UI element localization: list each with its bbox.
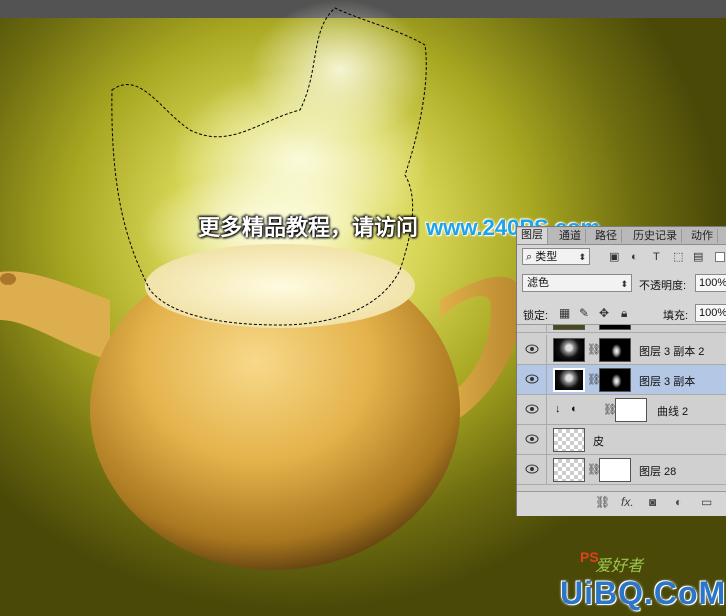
filter-kind-value: 类型 — [535, 251, 558, 263]
clipping-arrow-icon: ↓ — [555, 403, 561, 415]
lock-move-icon[interactable]: ✥ — [599, 306, 609, 320]
eye-column — [517, 335, 547, 365]
watermark-small: 爱好者 — [595, 558, 644, 575]
chevron-down-icon: ⬍ — [620, 279, 628, 289]
layer-row[interactable]: ⛓︎ 图层 28 — [517, 455, 726, 485]
eye-column — [517, 395, 547, 425]
layer-row[interactable]: ↓ ◐ ⛓︎ 曲线 2 — [517, 395, 726, 425]
layer-mask-thumbnail — [599, 338, 631, 362]
search-icon: ⌕ — [526, 251, 533, 263]
visibility-eye-icon[interactable] — [525, 434, 539, 444]
layers-panel: 图层 通道 路径 历史记录 动作 ⌕ 类型 ⬍ ▣ ◐ T ⬚ ▤ 滤色 ⬍ 不… — [516, 226, 726, 516]
blend-mode-value: 滤色 — [527, 277, 549, 289]
layer-thumbnail — [553, 338, 585, 362]
layer-list: ⛓︎ 图层 3 副本 2 ⛓︎ 图层 3 副本 ↓ ◐ ⛓︎ 曲线 2 皮 ⛓︎… — [517, 324, 726, 495]
lock-transparent-icon[interactable]: ▦ — [559, 306, 570, 320]
filter-toggle[interactable] — [715, 252, 725, 262]
visibility-eye-icon[interactable] — [525, 404, 539, 414]
blend-mode-select[interactable]: 滤色 ⬍ — [522, 274, 632, 292]
layer-mask-thumbnail — [599, 368, 631, 392]
smart-object-thumbnail — [553, 428, 585, 452]
layer-thumbnail — [553, 458, 585, 482]
layer-row-hidden[interactable] — [517, 325, 726, 333]
layer-mask-thumbnail — [599, 325, 631, 330]
visibility-eye-icon[interactable] — [525, 374, 539, 384]
folder-icon[interactable]: ▭ — [701, 495, 712, 509]
layer-thumbnail — [553, 325, 585, 330]
fill-input[interactable]: 100% — [695, 304, 726, 322]
opacity-label: 不透明度: — [639, 280, 687, 292]
filter-row: ⌕ 类型 ⬍ ▣ ◐ T ⬚ ▤ — [517, 247, 726, 269]
layer-name: 图层 3 副本 — [639, 376, 696, 388]
opacity-input[interactable]: 100% — [695, 274, 726, 292]
panel-tabs: 图层 通道 路径 历史记录 动作 — [517, 227, 726, 245]
eye-column — [517, 325, 547, 333]
adjustment-icon[interactable]: ◐ — [675, 495, 682, 509]
lock-label: 锁定: — [523, 310, 549, 322]
lock-row: 锁定: ▦ ✎ ✥ 🔒︎ 填充: 100% — [517, 303, 726, 325]
chevron-down-icon: ⬍ — [578, 252, 586, 262]
watermark-main: UiBQ.CoM — [560, 575, 726, 611]
layer-row[interactable]: 皮 — [517, 425, 726, 455]
layer-name: 图层 3 副本 2 — [639, 346, 705, 358]
tab-paths[interactable]: 路径 — [591, 229, 622, 243]
lock-brush-icon[interactable]: ✎ — [579, 306, 589, 320]
layer-name: 曲线 2 — [657, 406, 689, 418]
tab-layers[interactable]: 图层 — [517, 228, 548, 244]
pixel-filter-icon[interactable]: ▣ — [609, 251, 619, 263]
eye-column — [517, 455, 547, 485]
filter-kind-select[interactable]: ⌕ 类型 ⬍ — [522, 248, 590, 265]
type-filter-icon[interactable]: T — [653, 251, 660, 263]
tab-history[interactable]: 历史记录 — [629, 229, 682, 243]
lock-all-icon[interactable]: 🔒︎ — [621, 306, 627, 321]
tab-actions[interactable]: 动作 — [687, 229, 718, 243]
layer-row-selected[interactable]: ⛓︎ 图层 3 副本 — [517, 365, 726, 395]
layer-name: 皮 — [593, 436, 604, 448]
eye-column — [517, 425, 547, 455]
layer-name: 图层 28 — [639, 466, 677, 478]
shape-filter-icon[interactable]: ⬚ — [673, 251, 683, 263]
visibility-eye-icon[interactable] — [525, 464, 539, 474]
panel-bottom-bar: ⛓︎ fx. ◙ ◐ ▭ — [517, 491, 726, 512]
photoshop-canvas[interactable]: 更多精品教程，请访问 www.240PS.com 图层 通道 路径 历史记录 动作… — [0, 0, 726, 616]
tab-channels[interactable]: 通道 — [555, 229, 586, 243]
layer-mask-thumbnail — [615, 398, 647, 422]
fx-icon[interactable]: fx. — [621, 495, 634, 509]
headline-cn: 更多精品教程，请访问 — [198, 215, 419, 240]
layer-thumbnail — [553, 368, 585, 392]
layer-row[interactable]: ⛓︎ 图层 3 副本 2 — [517, 335, 726, 365]
fill-label: 填充: — [663, 310, 689, 322]
visibility-eye-icon[interactable] — [525, 344, 539, 354]
layer-mask-thumbnail — [599, 458, 631, 482]
mask-icon[interactable]: ◙ — [649, 495, 656, 509]
link-icon[interactable]: ⛓︎ — [595, 495, 610, 509]
blend-row: 滤色 ⬍ 不透明度: 100% — [517, 273, 726, 295]
curves-adjustment-icon: ◐ — [571, 403, 578, 415]
eye-column — [517, 365, 547, 395]
smart-object-filter-icon[interactable]: ▤ — [693, 251, 703, 263]
adjustment-filter-icon[interactable]: ◐ — [631, 251, 638, 263]
